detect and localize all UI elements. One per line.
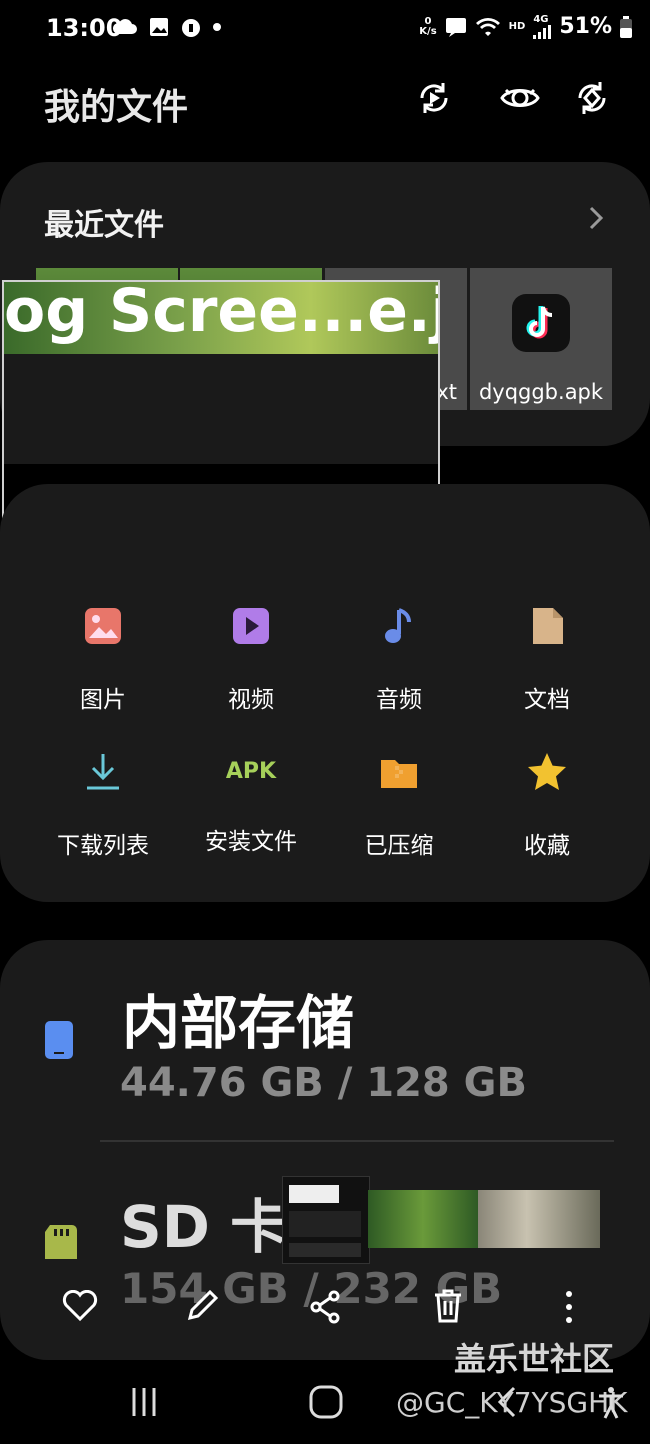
recent-files-title[interactable]: 最近文件 bbox=[44, 200, 164, 244]
preview-dark-band bbox=[4, 354, 438, 464]
battery-percent: 51% bbox=[559, 14, 612, 39]
category-videos[interactable]: 视频 bbox=[176, 604, 326, 714]
page-title: 我的文件 bbox=[44, 87, 189, 128]
document-icon bbox=[533, 608, 563, 644]
sd-card-name[interactable]: SD 卡 bbox=[120, 1180, 288, 1264]
share-icon[interactable] bbox=[308, 1290, 342, 1324]
network-type: 4G bbox=[533, 13, 549, 25]
image-icon bbox=[85, 608, 121, 644]
accessibility-icon[interactable] bbox=[596, 1386, 626, 1420]
category-label: 视频 bbox=[228, 687, 274, 713]
cloud-sync-icon[interactable] bbox=[572, 78, 612, 118]
notification-icons bbox=[112, 16, 222, 38]
video-icon bbox=[233, 608, 269, 644]
app-notification-icon bbox=[182, 19, 200, 37]
category-audio[interactable]: 音频 bbox=[324, 604, 474, 714]
category-downloads[interactable]: 下载列表 bbox=[28, 750, 178, 860]
star-icon bbox=[528, 753, 566, 790]
delete-icon[interactable] bbox=[432, 1288, 464, 1324]
system-icons: 0 K/s HD 4G 51% bbox=[419, 14, 632, 39]
apk-icon: APK bbox=[225, 759, 277, 784]
status-time: 13:00 bbox=[46, 14, 123, 42]
wifi-icon bbox=[475, 17, 500, 36]
signal-icon: 4G bbox=[533, 13, 552, 39]
sync-icon[interactable] bbox=[414, 78, 454, 118]
download-icon bbox=[87, 754, 119, 790]
sd-card-icon bbox=[45, 1225, 77, 1259]
home-icon[interactable] bbox=[308, 1384, 344, 1420]
category-label: 已压缩 bbox=[364, 833, 434, 859]
green-screenshot-thumbnail bbox=[368, 1190, 478, 1248]
category-label: 收藏 bbox=[524, 833, 570, 859]
network-speed: 0 K/s bbox=[419, 15, 437, 37]
category-favorites[interactable]: 收藏 bbox=[472, 750, 622, 860]
edit-icon[interactable] bbox=[184, 1288, 220, 1324]
category-compressed[interactable]: 已压缩 bbox=[324, 750, 474, 860]
folder-zip-icon bbox=[381, 760, 417, 788]
eye-icon[interactable] bbox=[500, 78, 540, 118]
category-apk[interactable]: APK 安装文件 bbox=[176, 750, 326, 856]
hd-label: HD bbox=[508, 20, 526, 32]
status-bar: 13:00 0 K/s HD 4G 51% bbox=[0, 0, 650, 60]
recent-file-thumb-4[interactable]: dyqggb.apk bbox=[470, 268, 612, 410]
more-icon[interactable] bbox=[564, 1290, 574, 1324]
network-speed-value: 0 bbox=[424, 15, 432, 27]
category-label: 下载列表 bbox=[57, 833, 149, 859]
watermark-handle: @GC_KY7YSGHK bbox=[396, 1386, 628, 1419]
watermark-title: 盖乐世社区 bbox=[454, 1340, 615, 1378]
category-documents[interactable]: 文档 bbox=[472, 604, 622, 714]
recent-file-label: dyqggb.apk bbox=[470, 374, 612, 410]
category-label: 安装文件 bbox=[205, 829, 297, 855]
phone-icon bbox=[45, 1021, 73, 1059]
recent-apps-icon[interactable] bbox=[128, 1386, 160, 1418]
weather-icon bbox=[112, 19, 137, 34]
dot-icon bbox=[213, 23, 221, 31]
category-label: 图片 bbox=[80, 687, 126, 713]
tiktok-icon bbox=[512, 294, 570, 352]
internal-storage-size: 44.76 GB / 128 GB bbox=[120, 1060, 527, 1106]
network-speed-unit: K/s bbox=[419, 25, 437, 37]
screenshot-thumbnail bbox=[282, 1176, 370, 1264]
photo-thumbnail bbox=[478, 1190, 600, 1248]
battery-icon bbox=[620, 15, 632, 38]
category-label: 音频 bbox=[376, 687, 422, 713]
favorite-icon[interactable] bbox=[62, 1290, 98, 1322]
internal-storage-name[interactable]: 内部存储 bbox=[122, 976, 354, 1060]
gallery-icon bbox=[150, 18, 168, 36]
category-images[interactable]: 图片 bbox=[28, 604, 178, 714]
storage-divider bbox=[100, 1140, 614, 1142]
message-icon bbox=[445, 17, 466, 37]
preview-filename-text: og Scree...e.j bbox=[4, 280, 440, 346]
music-icon bbox=[385, 608, 411, 643]
chevron-right-icon[interactable] bbox=[588, 204, 604, 232]
category-label: 文档 bbox=[524, 687, 570, 713]
